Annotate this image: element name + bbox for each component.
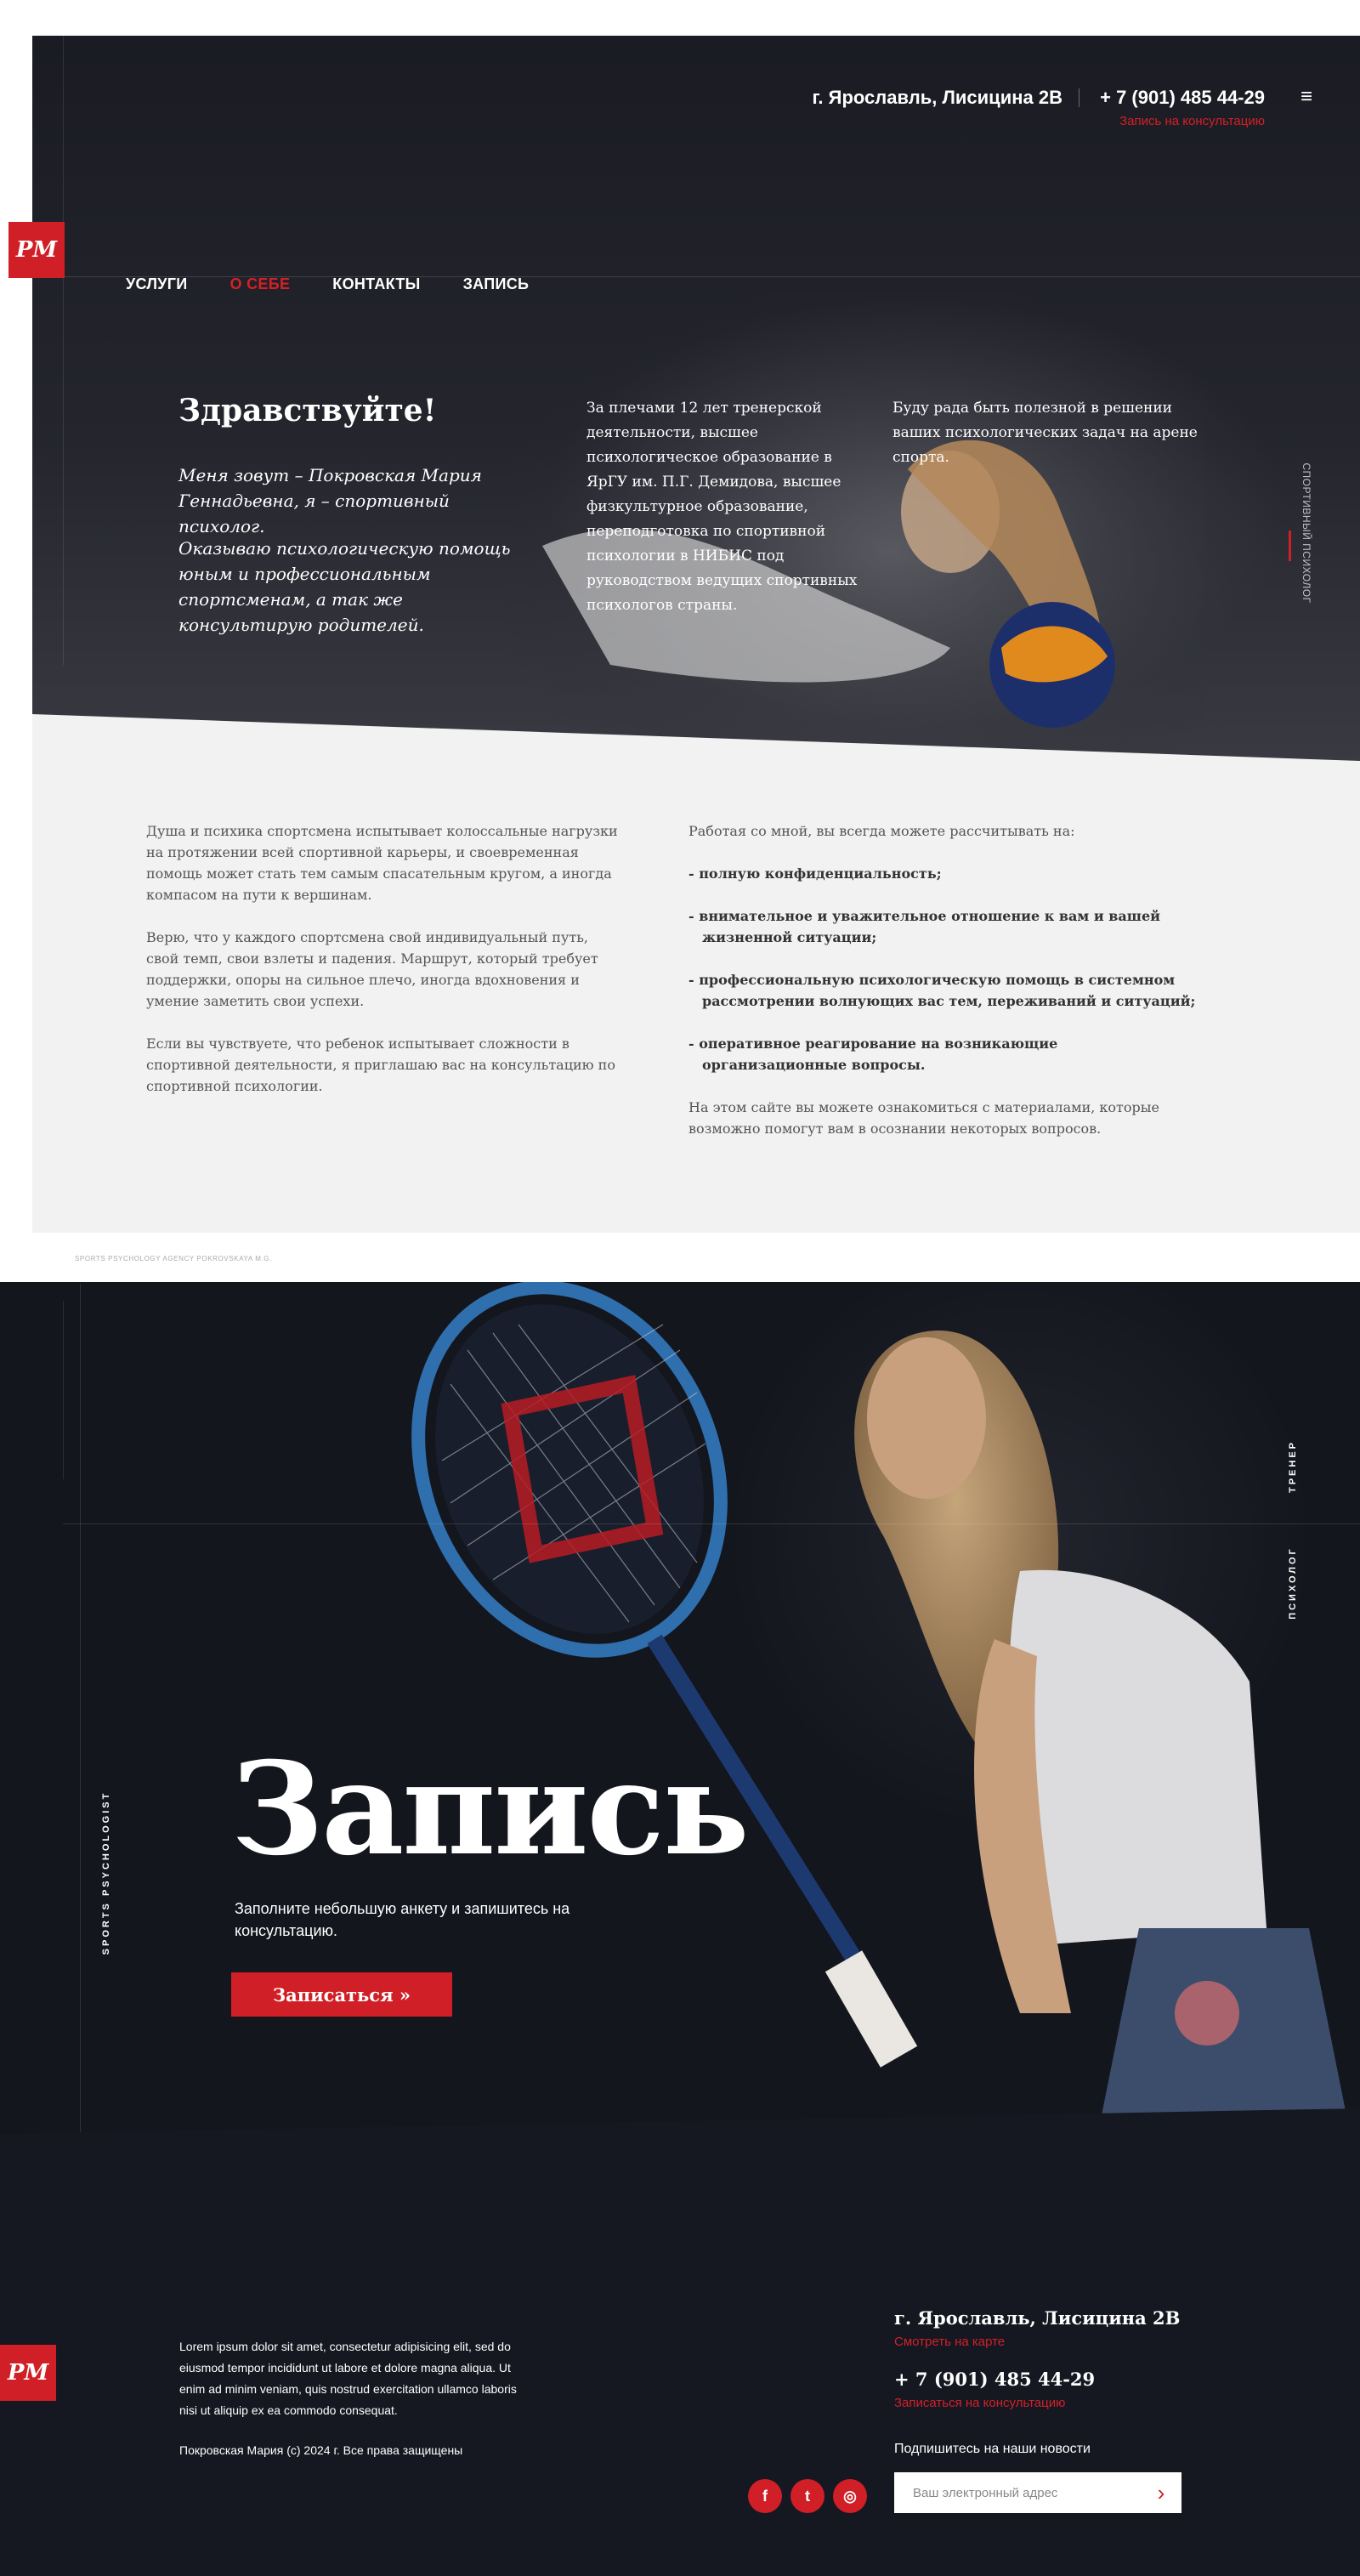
hero-vertical-label-text: СПОРТИВНЫЙ ПСИХОЛОГ	[1300, 462, 1312, 604]
header-divider	[1079, 88, 1080, 107]
header-consult-link[interactable]: Запись на консультацию	[1119, 114, 1265, 128]
about-paragraph: Душа и психика спортсмена испытывает кол…	[146, 823, 618, 903]
logo[interactable]: PM	[8, 222, 65, 278]
footer-logo[interactable]: PM	[0, 2345, 56, 2401]
booking-subtitle: Заполните небольшую анкету и запишитесь …	[235, 1900, 570, 1939]
booking-vertical-line-short	[63, 1301, 64, 1479]
facebook-icon[interactable]: f	[748, 2479, 782, 2513]
coach-text: ТРЕНЕР	[1288, 1439, 1298, 1494]
sports-psychologist-label: SPORTS PSYCHOLOGIST	[100, 1775, 112, 1971]
nav-item-contacts[interactable]: КОНТАКТЫ	[332, 275, 420, 293]
newsletter-label: Подпишитесь на наши новости	[894, 2442, 1091, 2456]
about-list-item: - оперативное реагирование на возникающи…	[688, 1036, 1058, 1073]
footer-description: Lorem ipsum dolor sit amet, consectetur …	[179, 2340, 517, 2417]
footer-map-link[interactable]: Смотреть на карте	[894, 2335, 1005, 2349]
hero-experience-text: За плечами 12 лет тренерской деятельност…	[586, 400, 858, 614]
booking-horizontal-line	[63, 1523, 1360, 1524]
hero-vertical-line	[63, 36, 64, 665]
agency-caption: SPORTS PSYCHOLOGY AGENCY POKROVSKAYA M.G…	[75, 1255, 272, 1262]
about-list-item: - профессиональную психологическую помощ…	[688, 972, 1196, 1009]
footer-consult-link[interactable]: Записаться на консультацию	[894, 2396, 1065, 2410]
about-list-intro: Работая со мной, вы всегда можете рассчи…	[688, 823, 1075, 839]
hero-accent-bar	[1289, 531, 1291, 561]
footer-address: г. Ярославль, Лисицина 2В	[894, 2307, 1181, 2329]
about-paragraph: Верю, что у каждого спортсмена свой инди…	[146, 929, 598, 1009]
hero-vertical-label: СПОРТИВНЫЙ ПСИХОЛОГ	[1297, 461, 1316, 605]
about-left-column: Душа и психика спортсмена испытывает кол…	[146, 820, 622, 1118]
about-paragraph: Если вы чувствуете, что ребенок испытыва…	[146, 1036, 615, 1094]
sports-psychologist-text: SPORTS PSYCHOLOGIST	[101, 1790, 111, 1955]
twitter-icon[interactable]: t	[790, 2479, 824, 2513]
about-list-item: - внимательное и уважительное отношение …	[688, 908, 1161, 945]
menu-icon[interactable]: ≡	[1300, 85, 1312, 109]
hero-intro: Меня зовут – Покровская Мария Геннадьевн…	[178, 465, 482, 536]
nav-item-about[interactable]: О СЕБЕ	[230, 275, 291, 293]
instagram-icon[interactable]: ◎	[833, 2479, 867, 2513]
psychologist-label: ПСИХОЛОГ	[1287, 1546, 1299, 1620]
newsletter-email-input[interactable]	[894, 2472, 1182, 2513]
header-phone[interactable]: + 7 (901) 485 44-29	[1100, 87, 1265, 109]
about-outro: На этом сайте вы можете ознакомиться с м…	[688, 1099, 1159, 1137]
about-list-item: - полную конфиденциальность;	[688, 865, 942, 882]
booking-title: Запись	[231, 1734, 750, 1884]
booking-button[interactable]: Записаться »	[231, 1972, 452, 2017]
social-links: f t ◎	[748, 2479, 867, 2513]
newsletter-submit-icon[interactable]: ›	[1144, 2474, 1178, 2511]
nav-item-booking[interactable]: ЗАПИСЬ	[463, 275, 530, 293]
booking-photo	[411, 1282, 1360, 2183]
about-right-column: Работая со мной, вы всегда можете рассчи…	[688, 820, 1198, 1139]
booking-vertical-line	[80, 1284, 81, 2132]
coach-label: ТРЕНЕР	[1287, 1439, 1299, 1494]
hero-greeting: Здравствуйте!	[178, 393, 437, 428]
hero-help: Оказываю психологическую помощь юным и п…	[178, 538, 511, 635]
nav-item-services[interactable]: УСЛУГИ	[126, 275, 188, 293]
main-nav: УСЛУГИ О СЕБЕ КОНТАКТЫ ЗАПИСЬ	[126, 275, 529, 293]
hero-goal-text: Буду рада быть полезной в решении ваших …	[892, 400, 1198, 466]
hero-section: г. Ярославль, Лисицина 2В + 7 (901) 485 …	[32, 36, 1360, 767]
psychologist-text: ПСИХОЛОГ	[1288, 1546, 1298, 1620]
header-address: г. Ярославль, Лисицина 2В	[812, 87, 1062, 108]
footer-copyright: Покровская Мария (c) 2024 г. Все права з…	[179, 2443, 463, 2457]
footer-phone[interactable]: + 7 (901) 485 44-29	[894, 2369, 1095, 2390]
